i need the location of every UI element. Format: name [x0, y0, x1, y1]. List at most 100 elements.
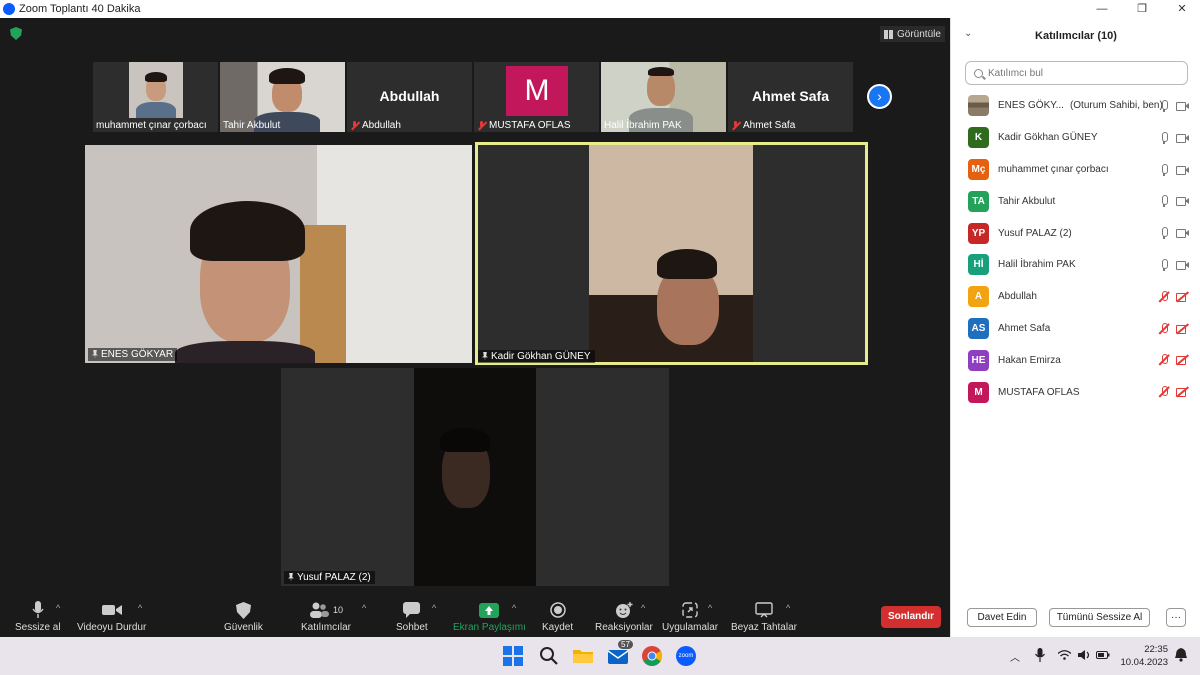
file-explorer-icon[interactable] [573, 646, 593, 666]
mic-muted-icon [731, 120, 740, 131]
more-options-button[interactable]: ··· [1166, 608, 1186, 627]
invite-button[interactable]: Davet Edin [967, 608, 1037, 627]
video-off-icon[interactable] [1176, 386, 1188, 398]
thumbnail-big-name: Abdullah [379, 88, 440, 104]
participant-row[interactable]: Mç muhammet çınar çorbacı [951, 154, 1200, 186]
search-icon [974, 68, 983, 78]
notification-bell-icon[interactable] [1175, 648, 1187, 665]
meeting-toolbar: Sessize al ^ Videoyu Durdur ^ Güvenlik 1… [0, 597, 950, 637]
thumbnail-ahmet-safa[interactable]: Ahmet Safa Ahmet Safa [728, 62, 853, 132]
thumbnail-mustafa[interactable]: M MUSTAFA OFLAS [474, 62, 599, 132]
microphone-muted-icon[interactable] [1158, 354, 1170, 366]
minimize-button[interactable]: — [1090, 0, 1114, 18]
mute-button[interactable]: Sessize al [15, 601, 61, 633]
whiteboards-options-caret[interactable]: ^ [786, 603, 790, 613]
tile-name: ENES GÖKYAR [101, 349, 174, 360]
thumbnail-abdullah[interactable]: Abdullah Abdullah [347, 62, 472, 132]
thumbnail-tahir[interactable]: Tahir Akbulut [220, 62, 345, 132]
participants-options-caret[interactable]: ^ [362, 603, 366, 613]
wifi-icon[interactable] [1057, 650, 1072, 663]
participant-list: ENES GÖKY... (Oturum Sahibi, ben) K Kadir G… [951, 90, 1200, 408]
reactions-options-caret[interactable]: ^ [641, 603, 645, 613]
search-input[interactable] [988, 67, 1168, 79]
share-options-caret[interactable]: ^ [512, 603, 516, 613]
participants-button[interactable]: 10 Katılımcılar [301, 601, 351, 633]
video-camera-icon[interactable] [1176, 227, 1189, 239]
participant-row[interactable]: YP Yusuf PALAZ (2) [951, 217, 1200, 249]
microphone-icon[interactable] [1158, 195, 1170, 208]
video-tile-yusuf[interactable]: Yusuf PALAZ (2) [281, 368, 669, 586]
avatar: M [968, 381, 989, 403]
participant-row[interactable]: A Abdullah [951, 281, 1200, 313]
microphone-icon[interactable] [1158, 163, 1170, 176]
participant-row[interactable]: ENES GÖKY... (Oturum Sahibi, ben) [951, 90, 1200, 122]
participant-row[interactable]: AS Ahmet Safa [951, 313, 1200, 345]
participant-row[interactable]: TA Tahir Akbulut [951, 185, 1200, 217]
meeting-area: Görüntüle muhammet çınar çorbacı Tahir A… [0, 18, 950, 637]
zoom-icon[interactable]: zoom [676, 646, 696, 666]
video-camera-icon[interactable] [1176, 195, 1189, 207]
end-meeting-button[interactable]: Sonlandır [881, 606, 941, 628]
zoom-logo-icon [3, 3, 15, 15]
microphone-muted-icon[interactable] [1158, 290, 1170, 303]
encryption-shield-icon[interactable] [10, 27, 22, 40]
video-off-icon[interactable] [1176, 291, 1188, 303]
microphone-tray-icon[interactable] [1035, 648, 1045, 665]
record-button[interactable]: Kaydet [542, 601, 573, 633]
video-camera-icon[interactable] [1176, 259, 1189, 271]
video-tile-kadir[interactable]: Kadir Gökhan GÜNEY [475, 142, 868, 365]
video-tile-enes[interactable]: ENES GÖKYAR [85, 145, 472, 363]
video-options-caret[interactable]: ^ [138, 603, 142, 613]
microphone-icon[interactable] [1158, 227, 1170, 240]
participant-video [85, 145, 472, 363]
microphone-muted-icon[interactable] [1158, 386, 1170, 398]
participant-video [589, 145, 753, 362]
chat-options-caret[interactable]: ^ [432, 603, 436, 613]
whiteboard-icon [755, 601, 773, 619]
video-off-icon[interactable] [1176, 323, 1188, 335]
video-camera-icon[interactable] [1176, 164, 1189, 176]
thumbnail-name: Abdullah [362, 120, 401, 131]
pin-icon [288, 573, 294, 582]
windows-start-icon[interactable] [503, 646, 523, 666]
participant-video [414, 368, 536, 586]
microphone-icon[interactable] [1158, 258, 1170, 271]
video-camera-icon[interactable] [1176, 100, 1189, 112]
chevron-up-icon[interactable]: ︿ [1010, 649, 1020, 664]
thumbnail-halil[interactable]: Halil İbrahim PAK [601, 62, 726, 132]
participant-row[interactable]: HE Hakan Emirza [951, 344, 1200, 376]
microphone-icon[interactable] [1158, 100, 1170, 112]
participant-row[interactable]: M MUSTAFA OFLAS [951, 376, 1200, 408]
video-camera-icon[interactable] [1176, 132, 1189, 144]
chat-button[interactable]: Sohbet [396, 601, 428, 633]
close-button[interactable]: ✕ [1170, 0, 1194, 18]
mic-muted-icon [350, 120, 359, 131]
stop-video-button[interactable]: Videoyu Durdur [77, 601, 146, 633]
microphone-muted-icon[interactable] [1158, 322, 1170, 335]
thumbnail-muhammet[interactable]: muhammet çınar çorbacı [93, 62, 218, 132]
mute-all-button[interactable]: Tümünü Sessize Al [1049, 608, 1150, 627]
avatar: K [968, 127, 989, 149]
apps-options-caret[interactable]: ^ [708, 603, 712, 613]
search-icon[interactable] [539, 646, 559, 666]
avatar: Mç [968, 158, 989, 180]
system-clock[interactable]: 22:35 10.04.2023 [1118, 643, 1168, 669]
chrome-icon[interactable] [642, 646, 662, 666]
participant-search[interactable] [965, 61, 1188, 85]
chevron-right-icon[interactable]: › [867, 84, 892, 109]
restore-button[interactable]: ❐ [1130, 0, 1154, 18]
video-off-icon[interactable] [1176, 354, 1188, 366]
avatar: Hİ [968, 254, 989, 276]
view-button[interactable]: Görüntüle [880, 26, 945, 42]
participant-row[interactable]: Hİ Halil İbrahim PAK [951, 249, 1200, 281]
thumbnail-strip: muhammet çınar çorbacı Tahir Akbulut Abd… [93, 62, 858, 132]
security-button[interactable]: Güvenlik [224, 601, 263, 633]
mute-options-caret[interactable]: ^ [56, 603, 60, 613]
participant-row[interactable]: K Kadir Gökhan GÜNEY [951, 122, 1200, 154]
microphone-icon[interactable] [1158, 131, 1170, 144]
battery-icon[interactable] [1096, 651, 1110, 662]
thumbnail-name: Tahir Akbulut [223, 120, 281, 131]
mail-icon[interactable]: 57 [607, 640, 633, 666]
volume-icon[interactable] [1078, 650, 1092, 663]
participant-video [129, 62, 183, 118]
